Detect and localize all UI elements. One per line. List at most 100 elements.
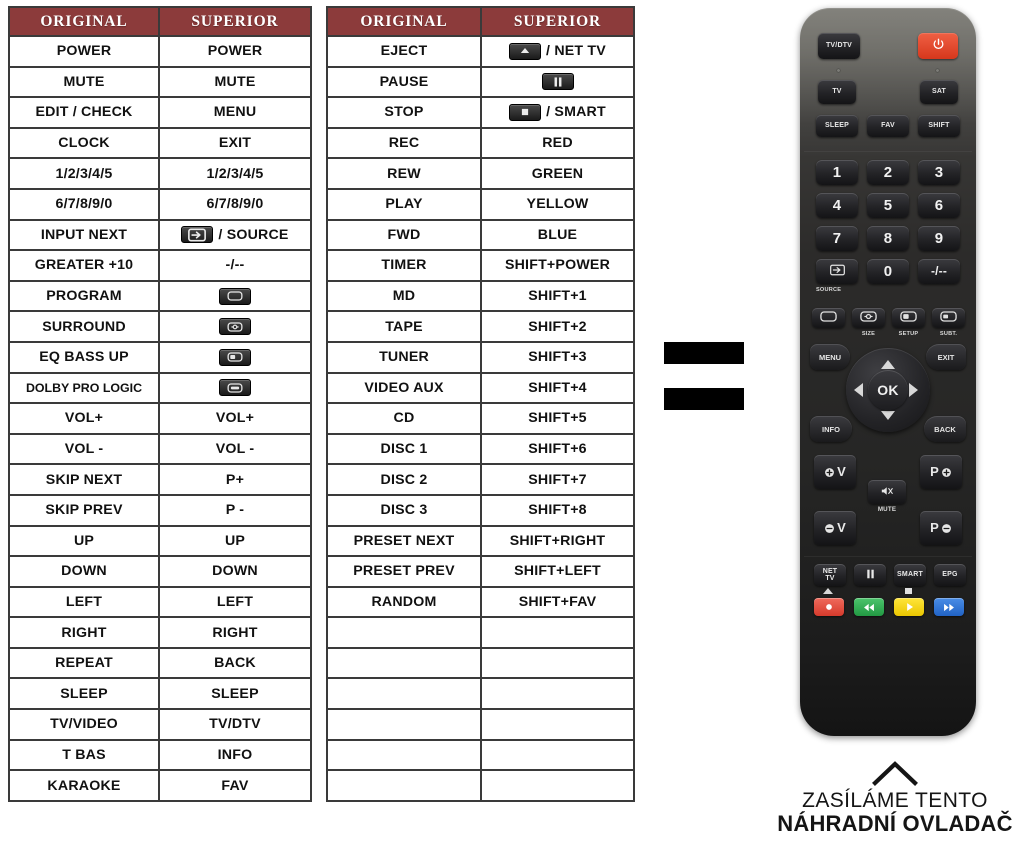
cell-original: 1/2/3/4/5: [8, 157, 160, 190]
power-icon: [932, 38, 945, 53]
program-down-label: P: [930, 520, 939, 536]
remote-label-setup: SETUP: [898, 331, 919, 337]
cell-original: T BAS: [8, 738, 160, 772]
table-row: 1/2/3/4/5 1/2/3/4/5: [8, 157, 312, 190]
cell-superior: [480, 65, 635, 99]
table-row: INPUT NEXT / SOURCE: [8, 218, 312, 252]
remote-key-dash[interactable]: -/--: [918, 259, 960, 284]
remote-key-7[interactable]: 7: [816, 226, 858, 251]
remote-key-volume-down[interactable]: V: [814, 511, 856, 545]
table-row: [326, 769, 635, 802]
remote-key-program[interactable]: [812, 308, 845, 328]
remote-key-5[interactable]: 5: [867, 193, 909, 218]
cell-superior: P+: [158, 463, 312, 496]
remote-key-6[interactable]: 6: [918, 193, 960, 218]
cell-original: SURROUND: [8, 310, 160, 343]
table-row: MD SHIFT+1: [326, 279, 635, 313]
table-header-row: ORIGINAL SUPERIOR: [326, 6, 635, 37]
remote-key-fav[interactable]: FAV: [867, 115, 909, 137]
remote-key-play[interactable]: [894, 598, 924, 616]
dpad-up-icon[interactable]: [881, 360, 895, 369]
net-tv-label-line2: TV: [825, 575, 835, 582]
cell-superior-label: / SOURCE: [218, 226, 289, 243]
dpad-right-icon[interactable]: [909, 383, 918, 397]
remote-key-record[interactable]: [814, 598, 844, 616]
column-header-superior: SUPERIOR: [480, 6, 635, 37]
footer-caption: ZASÍLÁME TENTO NÁHRADNÍ OVLADAČ: [745, 760, 1024, 836]
remote-key-forward[interactable]: [934, 598, 964, 616]
remote-key-menu[interactable]: MENU: [810, 344, 850, 370]
cell-superior-label: / NET TV: [546, 43, 606, 60]
remote-key-net-tv[interactable]: NET TV: [814, 564, 846, 586]
teletext-icon: [940, 311, 957, 324]
remote-key-size[interactable]: [852, 308, 885, 328]
table-row: PRESET PREV SHIFT+LEFT: [326, 555, 635, 588]
cell-superior: LEFT: [158, 585, 312, 619]
cell-superior: SHIFT+7: [480, 463, 635, 496]
remote-key-back[interactable]: BACK: [924, 416, 966, 442]
cell-superior: P -: [158, 493, 312, 527]
dpad-left-icon[interactable]: [854, 383, 863, 397]
remote-key-subtitle[interactable]: [932, 308, 965, 328]
cell-superior: SHIFT+POWER: [480, 249, 635, 282]
column-header-original: ORIGINAL: [326, 6, 482, 37]
remote-key-4[interactable]: 4: [816, 193, 858, 218]
footer-line-2: NÁHRADNÍ OVLADAČ: [777, 811, 1013, 837]
cell-superior: [480, 738, 635, 772]
table-row: REPEAT BACK: [8, 646, 312, 680]
table-row: TV/VIDEO TV/DTV: [8, 708, 312, 741]
table-body: EJECT / NET TV PAUSE STOP / SMART REC RED REW GR…: [326, 35, 635, 802]
remote-key-9[interactable]: 9: [918, 226, 960, 251]
stop-icon: [905, 588, 912, 594]
remote-key-2[interactable]: 2: [867, 160, 909, 185]
cell-superior: SHIFT+FAV: [480, 585, 635, 619]
remote-key-ok[interactable]: OK: [868, 370, 908, 410]
remote-key-tv-dtv[interactable]: TV/DTV: [818, 33, 860, 59]
cell-original: DOLBY PRO LOGIC: [8, 371, 160, 405]
remote-key-tv[interactable]: TV: [818, 80, 856, 104]
cell-original: POWER: [8, 35, 160, 68]
table-row: [326, 738, 635, 772]
cell-original: 6/7/8/9/0: [8, 187, 160, 221]
forward-icon: [944, 603, 954, 611]
remote-section-divider: [804, 151, 972, 152]
remote-key-sleep[interactable]: SLEEP: [816, 115, 858, 137]
remote-key-info[interactable]: INFO: [810, 416, 852, 442]
remote-key-program-down[interactable]: P: [920, 511, 962, 545]
volume-down-label: V: [837, 520, 846, 536]
remote-key-shift[interactable]: SHIFT: [918, 115, 960, 137]
remote-key-source[interactable]: [816, 259, 858, 284]
remote-key-program-up[interactable]: P: [920, 455, 962, 489]
cell-original: VIDEO AUX: [326, 371, 482, 405]
dpad-down-icon[interactable]: [881, 411, 895, 420]
remote-key-3[interactable]: 3: [918, 160, 960, 185]
remote-key-mute[interactable]: [868, 480, 906, 504]
column-header-original: ORIGINAL: [8, 6, 160, 37]
remote-key-rewind[interactable]: [854, 598, 884, 616]
remote-key-1[interactable]: 1: [816, 160, 858, 185]
remote-key-exit[interactable]: EXIT: [926, 344, 966, 370]
remote-key-smart[interactable]: SMART: [894, 564, 926, 586]
table-row: CLOCK EXIT: [8, 126, 312, 160]
cell-superior: VOL -: [158, 432, 312, 466]
remote-key-0[interactable]: 0: [867, 259, 909, 284]
remote-key-epg[interactable]: EPG: [934, 564, 966, 586]
minus-circle-icon: [942, 523, 951, 533]
cell-superior: [480, 769, 635, 802]
remote-key-power[interactable]: [918, 33, 958, 59]
remote-key-sat[interactable]: SAT: [920, 80, 958, 104]
cell-superior: FAV: [158, 769, 312, 802]
remote-key-pause[interactable]: [854, 564, 886, 586]
cell-original: REC: [326, 126, 482, 160]
remote-key-8[interactable]: 8: [867, 226, 909, 251]
cell-original: PRESET PREV: [326, 555, 482, 588]
cell-superior: MENU: [158, 96, 312, 129]
table-row: KARAOKE FAV: [8, 769, 312, 802]
footer-line-1: ZASÍLÁME TENTO: [802, 789, 988, 812]
mapping-table-2: ORIGINAL SUPERIOR EJECT / NET TV PAUSE STOP…: [326, 6, 635, 802]
cell-original: [326, 646, 482, 680]
remote-key-setup[interactable]: [892, 308, 925, 328]
led-indicator: [837, 69, 840, 72]
remote-key-volume-up[interactable]: V: [814, 455, 856, 489]
cell-original: EJECT: [326, 35, 482, 68]
